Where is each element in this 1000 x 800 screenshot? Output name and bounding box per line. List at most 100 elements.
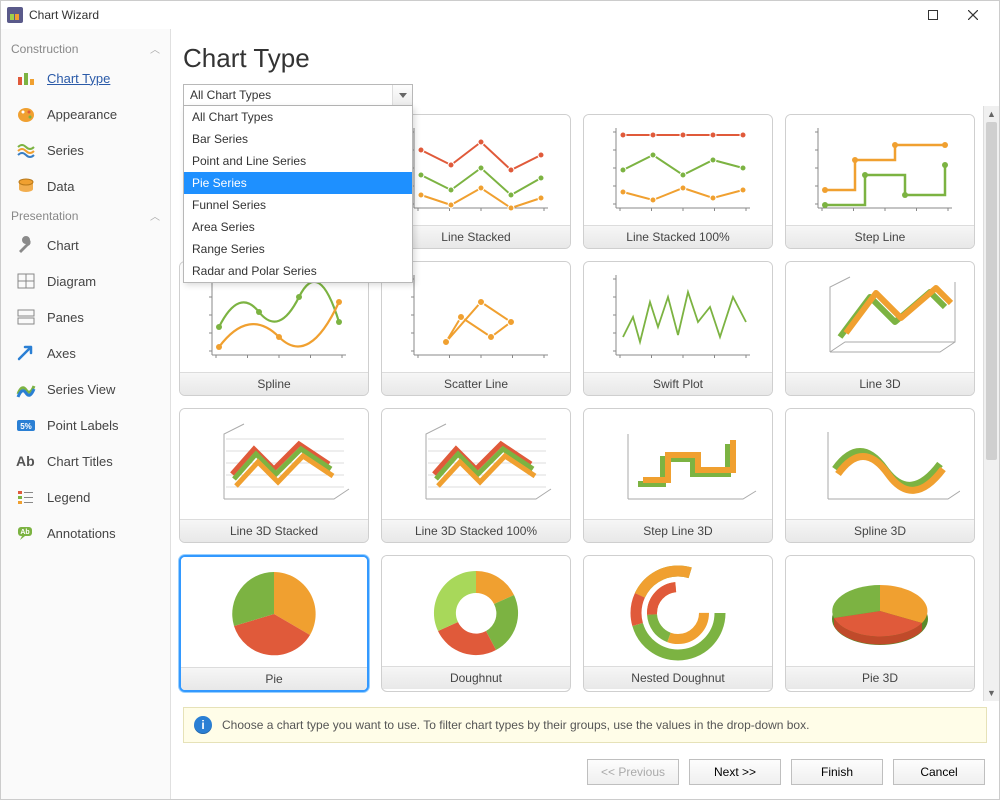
previous-button[interactable]: << Previous (587, 759, 679, 785)
finish-button[interactable]: Finish (791, 759, 883, 785)
filter-option[interactable]: Area Series (184, 216, 412, 238)
chart-type-label: Line 3D Stacked (180, 519, 368, 542)
close-button[interactable] (953, 1, 993, 29)
filter-option[interactable]: All Chart Types (184, 106, 412, 128)
chart-thumbnail (382, 556, 570, 666)
sidebar-item-diagram[interactable]: Diagram (1, 263, 170, 299)
filter-option[interactable]: Range Series (184, 238, 412, 260)
scroll-down-icon[interactable]: ▼ (984, 685, 999, 701)
chart-thumbnail (584, 115, 772, 225)
sidebar-item-axes[interactable]: Axes (1, 335, 170, 371)
chart-type-label: Line 3D Stacked 100% (382, 519, 570, 542)
palette-icon (15, 104, 37, 124)
sidebar-item-chart-type[interactable]: Chart Type (1, 60, 170, 96)
sidebar-item-chart-titles[interactable]: AbChart Titles (1, 443, 170, 479)
scroll-up-icon[interactable]: ▲ (984, 106, 999, 122)
chart-type-label: Spline (180, 372, 368, 395)
sidebar-section-construction[interactable]: Construction︿ (1, 37, 170, 60)
titlebar: Chart Wizard (1, 1, 999, 29)
sidebar-item-label: Legend (47, 490, 90, 505)
chart-type-label: Pie 3D (786, 666, 974, 689)
chart-type-filter-dropdown[interactable]: All Chart TypesBar SeriesPoint and Line … (183, 106, 413, 283)
sidebar-item-label: Series (47, 143, 84, 158)
hint-text: Choose a chart type you want to use. To … (222, 718, 809, 732)
chart-type-label: Swift Plot (584, 372, 772, 395)
filter-option[interactable]: Bar Series (184, 128, 412, 150)
window-title: Chart Wizard (29, 8, 913, 22)
chart-type-label: Line 3D (786, 372, 974, 395)
text-icon: Ab (15, 451, 37, 471)
chart-thumbnail (584, 262, 772, 372)
chart-type-card[interactable]: Pie (179, 555, 369, 692)
chevron-up-icon: ︿ (150, 208, 160, 223)
sidebar-item-label: Appearance (47, 107, 117, 122)
sidebar-item-panes[interactable]: Panes (1, 299, 170, 335)
vertical-scrollbar[interactable]: ▲ ▼ (983, 106, 999, 701)
chart-thumbnail (584, 409, 772, 519)
chart-type-card[interactable]: Doughnut (381, 555, 571, 692)
chart-type-card[interactable]: Nested Doughnut (583, 555, 773, 692)
chart-type-card[interactable]: Swift Plot (583, 261, 773, 396)
chart-type-card[interactable]: Spline 3D (785, 408, 975, 543)
sidebar-item-series[interactable]: Series (1, 132, 170, 168)
info-icon: i (194, 716, 212, 734)
chart-type-card[interactable]: Step Line 3D (583, 408, 773, 543)
sidebar-item-label: Series View (47, 382, 115, 397)
sidebar-item-annotations[interactable]: Ab Annotations (1, 515, 170, 551)
waves-icon (15, 140, 37, 160)
ribbon-icon (15, 379, 37, 399)
chart-thumbnail (382, 409, 570, 519)
bars-icon (15, 68, 37, 88)
chart-type-card[interactable]: Line 3D Stacked (179, 408, 369, 543)
sidebar-item-label: Chart Type (47, 71, 110, 86)
chart-type-label: Step Line 3D (584, 519, 772, 542)
filter-option[interactable]: Funnel Series (184, 194, 412, 216)
sidebar-item-point-labels[interactable]: 5%Point Labels (1, 407, 170, 443)
chart-type-label: Step Line (786, 225, 974, 248)
wrench-icon (15, 235, 37, 255)
arrow-icon (15, 343, 37, 363)
filter-option[interactable]: Pie Series (184, 172, 412, 194)
chart-thumbnail (584, 556, 772, 666)
sidebar-item-appearance[interactable]: Appearance (1, 96, 170, 132)
sidebar-item-label: Point Labels (47, 418, 119, 433)
maximize-icon (928, 10, 938, 20)
sidebar-item-series-view[interactable]: Series View (1, 371, 170, 407)
scroll-track[interactable] (984, 122, 999, 685)
hint-bar: i Choose a chart type you want to use. T… (183, 707, 987, 743)
sidebar-section-label: Construction (11, 42, 78, 56)
sidebar-item-label: Chart (47, 238, 79, 253)
chart-thumbnail (786, 556, 974, 666)
chart-type-label: Pie (181, 667, 367, 690)
sidebar-section-presentation[interactable]: Presentation︿ (1, 204, 170, 227)
maximize-button[interactable] (913, 1, 953, 29)
chart-thumbnail (786, 409, 974, 519)
chart-type-card[interactable]: Line 3D Stacked 100% (381, 408, 571, 543)
filter-option[interactable]: Radar and Polar Series (184, 260, 412, 282)
chart-type-card[interactable]: Pie 3D (785, 555, 975, 692)
sidebar-item-data[interactable]: Data (1, 168, 170, 204)
annotation-icon: Ab (15, 523, 37, 543)
chart-type-card[interactable]: Step Line (785, 114, 975, 249)
chart-type-label: Spline 3D (786, 519, 974, 542)
main: Chart Type All Chart Types All Chart Typ… (171, 29, 999, 799)
app-icon (7, 7, 23, 23)
chart-type-card[interactable]: Line Stacked 100% (583, 114, 773, 249)
sidebar: Construction︿Chart TypeAppearanceSeriesD… (1, 29, 171, 799)
chart-type-filter-combo[interactable]: All Chart Types (183, 84, 413, 106)
grid-icon (15, 271, 37, 291)
sidebar-item-label: Data (47, 179, 74, 194)
next-button[interactable]: Next >> (689, 759, 781, 785)
chart-type-label: Doughnut (382, 666, 570, 689)
chart-wizard-window: Chart Wizard Construction︿Chart TypeAppe… (0, 0, 1000, 800)
legend-icon (15, 487, 37, 507)
sidebar-item-label: Annotations (47, 526, 116, 541)
scroll-thumb[interactable] (986, 122, 997, 460)
sidebar-item-legend[interactable]: Legend (1, 479, 170, 515)
chart-type-label: Line Stacked 100% (584, 225, 772, 248)
sidebar-item-chart[interactable]: Chart (1, 227, 170, 263)
cancel-button[interactable]: Cancel (893, 759, 985, 785)
chart-type-card[interactable]: Line 3D (785, 261, 975, 396)
chart-thumbnail (786, 115, 974, 225)
filter-option[interactable]: Point and Line Series (184, 150, 412, 172)
